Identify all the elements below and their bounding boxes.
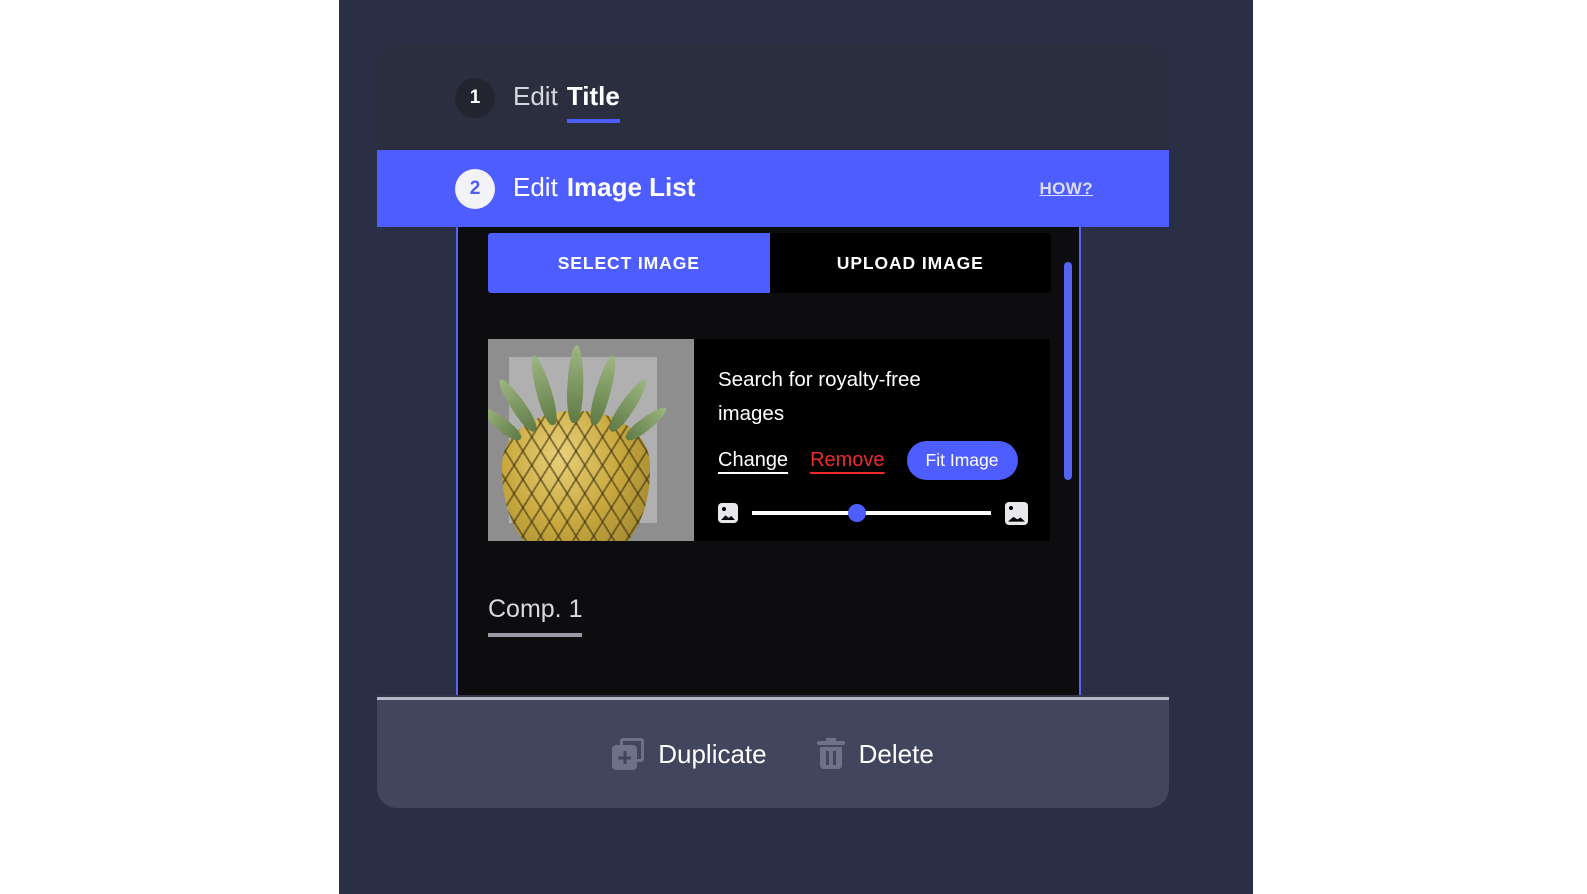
image-size-slider-row <box>718 501 1028 525</box>
content-scrollbar[interactable] <box>1064 227 1072 695</box>
step-prefix-label: Edit <box>513 80 558 111</box>
remove-image-link[interactable]: Remove <box>810 449 884 472</box>
step-number-badge: 2 <box>455 168 495 209</box>
step-prefix-label: Edit <box>513 171 558 202</box>
large-image-icon <box>1005 501 1028 525</box>
image-search-title: Search for royalty-free images <box>718 368 921 425</box>
step-row-edit-title[interactable]: 1 Edit Title <box>377 45 1169 150</box>
delete-label: Delete <box>858 738 934 769</box>
image-item-card: Search for royalty-free images Change Re… <box>488 339 1050 541</box>
step-row-edit-image-list[interactable]: 2 Edit Image List HOW? <box>377 150 1169 227</box>
trash-icon <box>816 738 845 770</box>
duplicate-icon-front <box>612 745 638 770</box>
how-link[interactable]: HOW? <box>1039 179 1093 199</box>
slider-thumb[interactable] <box>848 504 867 523</box>
comp-name-field[interactable]: Comp. 1 <box>488 595 583 637</box>
image-meta: Search for royalty-free images Change Re… <box>694 339 1050 541</box>
step-number-badge: 1 <box>455 77 495 118</box>
fit-image-button[interactable]: Fit Image <box>906 440 1018 480</box>
duplicate-label: Duplicate <box>658 738 767 769</box>
image-actions: Change Remove Fit Image <box>718 440 1028 480</box>
step-title: Edit Image List <box>513 172 695 206</box>
app-stage: 1 Edit Title 2 Edit Image List HOW? SELE… <box>339 0 1253 894</box>
trash-icon-lid <box>816 741 845 745</box>
editor-card: 1 Edit Title 2 Edit Image List HOW? SELE… <box>377 45 1169 808</box>
image-source-tabs: SELECT IMAGE UPLOAD IMAGE <box>488 233 1051 293</box>
card-footer: Duplicate Delete <box>377 697 1169 808</box>
tab-select-image[interactable]: SELECT IMAGE <box>488 233 770 293</box>
duplicate-button[interactable]: Duplicate <box>612 738 767 770</box>
duplicate-icon <box>612 738 645 770</box>
delete-button[interactable]: Delete <box>816 738 934 770</box>
image-size-slider[interactable] <box>752 504 991 523</box>
small-image-icon <box>718 503 738 524</box>
tab-upload-image[interactable]: UPLOAD IMAGE <box>769 233 1051 293</box>
scrollbar-thumb[interactable] <box>1064 262 1072 480</box>
image-list-content-pane: SELECT IMAGE UPLOAD IMAGE Search for roy… <box>456 227 1081 695</box>
card-body: SELECT IMAGE UPLOAD IMAGE Search for roy… <box>377 227 1169 695</box>
change-image-link[interactable]: Change <box>718 449 788 472</box>
step-name-label: Image List <box>566 171 696 202</box>
trash-icon-can <box>819 747 842 769</box>
step-title: Edit Title <box>513 80 620 123</box>
step-name-label: Title <box>566 81 620 123</box>
image-thumbnail[interactable] <box>488 339 694 541</box>
